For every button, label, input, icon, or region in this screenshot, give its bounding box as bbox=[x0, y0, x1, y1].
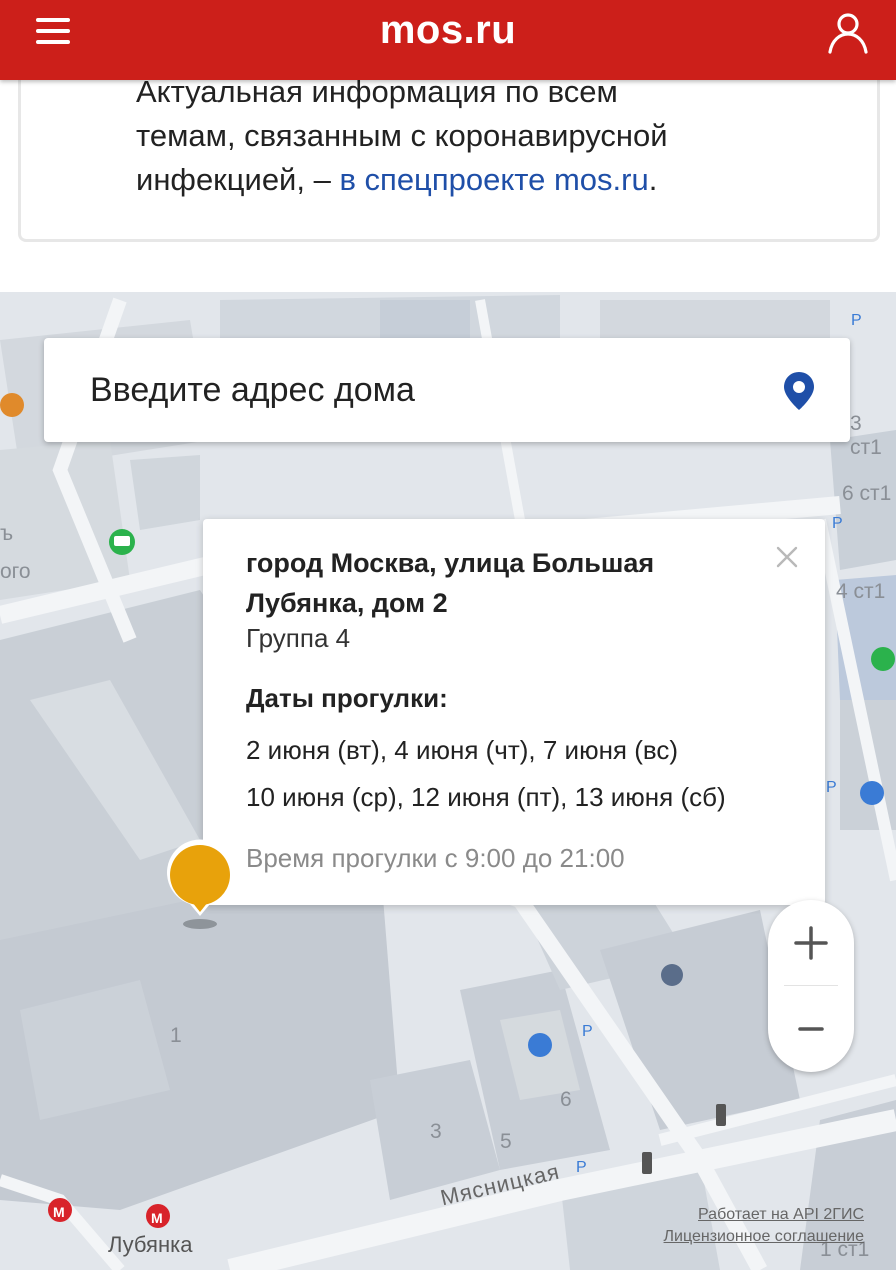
svg-text:P: P bbox=[576, 1159, 587, 1176]
svg-text:P: P bbox=[832, 515, 843, 532]
location-pin-icon[interactable] bbox=[782, 370, 816, 412]
close-icon[interactable] bbox=[775, 545, 799, 569]
address-popup: город Москва, улица Большая Лубянка, дом… bbox=[203, 519, 825, 905]
map-credits: Работает на API 2ГИС Лицензионное соглаш… bbox=[664, 1204, 864, 1248]
popup-group: Группа 4 bbox=[246, 623, 351, 653]
popup-dates-title: Даты прогулки: bbox=[246, 683, 448, 713]
info-line-2: темам, связанным с коронавирусной bbox=[136, 118, 668, 153]
api-credit-link[interactable]: Работает на API 2ГИС bbox=[664, 1204, 864, 1226]
popup-dates-line-2: 10 июня (ср), 12 июня (пт), 13 июня (сб) bbox=[246, 782, 726, 812]
building-label-6-st1: 6 ст1 bbox=[842, 482, 892, 505]
popup-dates-line-1: 2 июня (вт), 4 июня (чт), 7 июня (вс) bbox=[246, 735, 679, 765]
building-label-3-st1: 3 ст1 bbox=[850, 412, 882, 459]
popup-walk-time: Время прогулки с 9:00 до 21:00 bbox=[246, 843, 625, 873]
address-search-box bbox=[44, 338, 850, 442]
left-edge-label-2: ого bbox=[0, 560, 31, 583]
info-text: Актуальная информация по всем темам, свя… bbox=[136, 70, 836, 202]
building-number-5: 5 bbox=[500, 1130, 512, 1153]
svg-text:M: M bbox=[151, 1210, 163, 1226]
info-trailing-dot: . bbox=[648, 162, 658, 197]
svg-text:M: M bbox=[53, 1204, 65, 1220]
zoom-in-button[interactable] bbox=[768, 900, 854, 986]
zoom-control bbox=[768, 900, 854, 1072]
zoom-out-button[interactable] bbox=[768, 986, 854, 1072]
location-marker-icon[interactable] bbox=[163, 838, 237, 932]
special-project-link[interactable]: в спецпроекте mos.ru bbox=[339, 162, 648, 197]
top-bar: mos.ru bbox=[0, 0, 896, 80]
building-number-3: 3 bbox=[430, 1120, 442, 1143]
left-edge-label-1: ъ bbox=[0, 522, 14, 545]
building-number-1: 1 bbox=[170, 1024, 182, 1047]
metro-station-label: Лубянка bbox=[108, 1232, 193, 1257]
svg-text:P: P bbox=[851, 312, 862, 329]
building-label-4-st1: 4 ст1 bbox=[836, 580, 886, 603]
address-search-input[interactable] bbox=[90, 364, 770, 416]
user-profile-icon[interactable] bbox=[826, 10, 870, 54]
site-logo[interactable]: mos.ru bbox=[0, 8, 896, 53]
license-link[interactable]: Лицензионное соглашение bbox=[664, 1226, 864, 1248]
svg-text:P: P bbox=[582, 1023, 593, 1040]
svg-text:P: P bbox=[826, 779, 837, 796]
popup-address: город Москва, улица Большая Лубянка, дом… bbox=[246, 548, 655, 618]
building-number-6: 6 bbox=[560, 1088, 572, 1111]
info-line-3: инфекцией, – bbox=[136, 162, 340, 197]
